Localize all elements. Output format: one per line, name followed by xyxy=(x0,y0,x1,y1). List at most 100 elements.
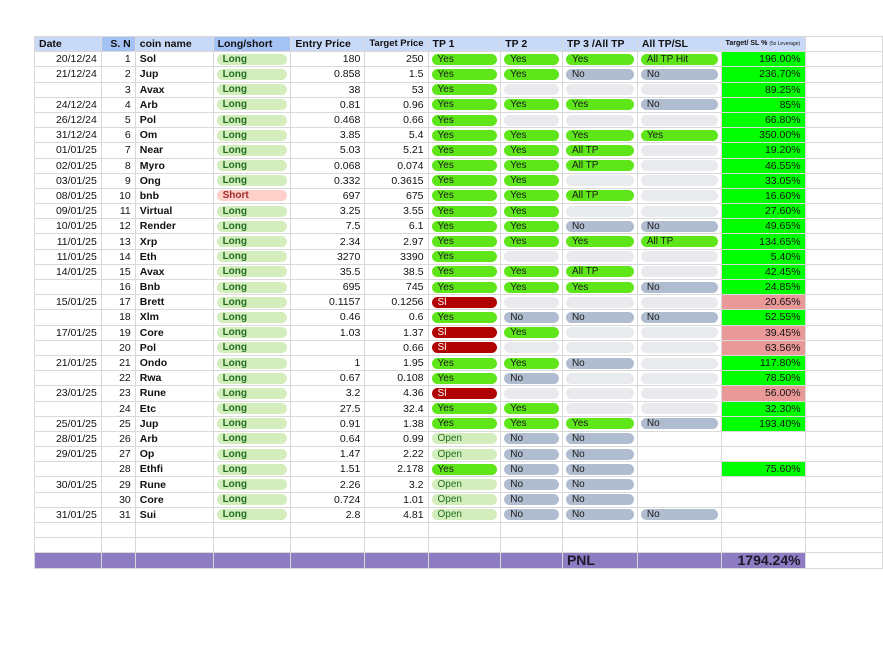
cell-side[interactable]: Long xyxy=(212,506,292,524)
blank-cell[interactable] xyxy=(134,537,214,554)
cell-extra[interactable] xyxy=(804,370,883,387)
cell-pct[interactable]: 5.40% xyxy=(720,248,806,265)
blank-cell[interactable] xyxy=(34,521,102,539)
cell-coin[interactable]: Bnb xyxy=(134,278,214,296)
cell-pct[interactable]: 63.56% xyxy=(720,339,806,356)
cell-sn[interactable]: 1 xyxy=(100,51,136,68)
blank-cell[interactable] xyxy=(500,537,563,554)
cell-coin[interactable]: Virtual xyxy=(134,203,214,220)
cell-coin[interactable]: Etc xyxy=(134,400,214,417)
cell-target[interactable]: 745 xyxy=(364,278,429,296)
cell-target[interactable]: 1.37 xyxy=(364,324,429,341)
cell-tp1[interactable]: Yes xyxy=(427,157,502,174)
cell-tp1[interactable]: Yes xyxy=(427,66,502,83)
cell-extra[interactable] xyxy=(804,400,883,417)
cell-entry[interactable]: 5.03 xyxy=(290,142,366,159)
cell-extra[interactable] xyxy=(804,142,883,159)
cell-tp1[interactable]: Yes xyxy=(427,354,502,372)
cell-tp2[interactable]: Yes xyxy=(500,96,563,113)
cell-entry[interactable]: 2.8 xyxy=(290,506,366,524)
cell-pct[interactable]: 42.45% xyxy=(720,263,806,281)
blank-cell[interactable] xyxy=(134,521,214,539)
cell-entry[interactable]: 38 xyxy=(290,81,366,98)
cell-coin[interactable]: Eth xyxy=(134,248,214,265)
cell-tp1[interactable]: Yes xyxy=(427,172,502,189)
cell-tp3[interactable] xyxy=(561,370,638,387)
cell-side[interactable]: Long xyxy=(212,233,292,250)
cell-entry[interactable]: 35.5 xyxy=(290,263,366,281)
cell-sn[interactable]: 7 xyxy=(100,142,136,159)
cell-tp1[interactable]: Yes xyxy=(427,278,502,296)
cell-sn[interactable]: 4 xyxy=(100,96,136,113)
cell-tp3[interactable]: All TP xyxy=(561,142,638,159)
cell-side[interactable]: Long xyxy=(212,370,292,387)
cell-alltp[interactable] xyxy=(636,370,722,387)
cell-entry[interactable]: 180 xyxy=(290,51,366,68)
cell-tp2[interactable]: No xyxy=(500,491,563,508)
cell-extra[interactable] xyxy=(804,51,883,68)
cell-extra[interactable] xyxy=(804,506,883,524)
cell-target[interactable]: 3.2 xyxy=(364,476,429,493)
cell-target[interactable]: 1.01 xyxy=(364,491,429,508)
cell-tp2[interactable] xyxy=(500,81,563,98)
pnl-cell[interactable] xyxy=(427,552,502,569)
blank-cell[interactable] xyxy=(500,521,563,539)
cell-tp2[interactable]: Yes xyxy=(500,415,563,432)
cell-alltp[interactable] xyxy=(636,354,722,372)
cell-extra[interactable] xyxy=(804,233,883,250)
header-sn[interactable]: S. N xyxy=(100,35,136,53)
cell-tp1[interactable]: Open xyxy=(427,506,502,524)
cell-sn[interactable]: 20 xyxy=(100,339,136,356)
header-side[interactable]: Long/short xyxy=(212,35,292,53)
cell-tp3[interactable]: Yes xyxy=(561,233,638,250)
cell-coin[interactable]: Pol xyxy=(134,111,214,129)
cell-extra[interactable] xyxy=(804,66,883,83)
cell-extra[interactable] xyxy=(804,339,883,356)
cell-side[interactable]: Long xyxy=(212,476,292,493)
cell-entry[interactable]: 1.03 xyxy=(290,324,366,341)
cell-tp2[interactable]: No xyxy=(500,309,563,326)
cell-extra[interactable] xyxy=(804,278,883,296)
cell-extra[interactable] xyxy=(804,294,883,311)
cell-pct[interactable] xyxy=(720,476,806,493)
blank-cell[interactable] xyxy=(636,537,722,554)
cell-target[interactable]: 0.074 xyxy=(364,157,429,174)
pnl-label[interactable]: PNL xyxy=(561,552,638,569)
cell-coin[interactable]: Rune xyxy=(134,385,214,402)
cell-tp2[interactable]: Yes xyxy=(500,157,563,174)
header-alltp[interactable]: All TP/SL xyxy=(636,35,722,53)
cell-entry[interactable]: 0.068 xyxy=(290,157,366,174)
cell-entry[interactable] xyxy=(290,339,366,356)
cell-tp1[interactable]: Open xyxy=(427,446,502,463)
cell-pct[interactable]: 27.60% xyxy=(720,203,806,220)
cell-tp3[interactable] xyxy=(561,111,638,129)
cell-date[interactable]: 15/01/25 xyxy=(34,294,102,311)
cell-side[interactable]: Long xyxy=(212,461,292,478)
cell-date[interactable]: 31/12/24 xyxy=(34,127,102,144)
cell-coin[interactable]: Myro xyxy=(134,157,214,174)
cell-sn[interactable]: 27 xyxy=(100,446,136,463)
cell-side[interactable]: Long xyxy=(212,203,292,220)
pnl-cell[interactable] xyxy=(34,552,102,569)
cell-alltp[interactable] xyxy=(636,294,722,311)
header-pct[interactable]: Target/ SL % (5x Leverage) xyxy=(720,35,806,53)
cell-tp3[interactable]: No xyxy=(561,218,638,235)
cell-tp2[interactable]: Yes xyxy=(500,142,563,159)
cell-target[interactable]: 0.6 xyxy=(364,309,429,326)
cell-target[interactable]: 2.97 xyxy=(364,233,429,250)
cell-pct[interactable]: 46.55% xyxy=(720,157,806,174)
cell-extra[interactable] xyxy=(804,385,883,402)
pnl-cell[interactable] xyxy=(212,552,292,569)
cell-coin[interactable]: Near xyxy=(134,142,214,159)
cell-coin[interactable]: Arb xyxy=(134,96,214,113)
cell-side[interactable]: Long xyxy=(212,294,292,311)
cell-alltp[interactable] xyxy=(636,111,722,129)
blank-cell[interactable] xyxy=(427,537,502,554)
cell-sn[interactable]: 14 xyxy=(100,248,136,265)
cell-target[interactable]: 1.38 xyxy=(364,415,429,432)
cell-pct[interactable]: 20.65% xyxy=(720,294,806,311)
cell-extra[interactable] xyxy=(804,491,883,508)
cell-date[interactable]: 08/01/25 xyxy=(34,187,102,205)
cell-coin[interactable]: Jup xyxy=(134,66,214,83)
cell-tp3[interactable]: No xyxy=(561,461,638,478)
